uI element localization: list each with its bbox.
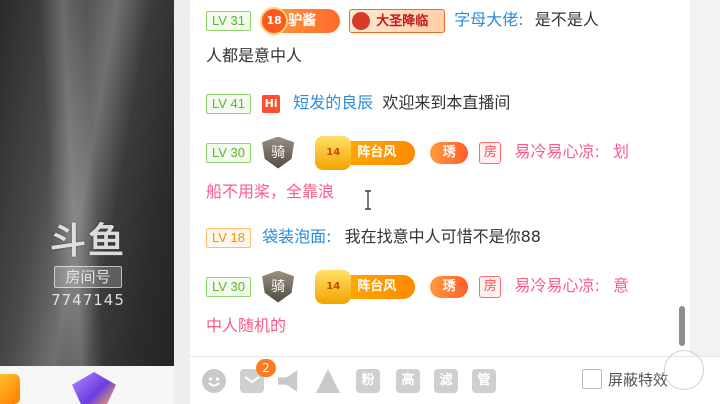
message-text: 划	[612, 142, 629, 161]
shield-effects-label: 屏蔽特效	[608, 371, 669, 389]
broadcast-button[interactable]	[278, 370, 298, 392]
noble-badge[interactable]: 18 驴酱	[260, 6, 341, 35]
knight-shield-icon[interactable]: 骑	[262, 270, 295, 303]
notification-count-badge: 2	[256, 359, 276, 377]
chat-message-continuation: 中人随机的	[206, 308, 676, 344]
shield-effects-checkbox[interactable]	[582, 369, 602, 389]
level-badge: LV 30	[206, 276, 252, 297]
douyu-logo: 斗鱼	[49, 221, 126, 262]
chat-scrollbar-track[interactable]	[676, 0, 690, 356]
right-gutter	[690, 0, 720, 404]
gift-crystal-icon[interactable]	[72, 372, 116, 404]
video-frame-detail	[38, 0, 108, 404]
noble-badge-label: 驴酱	[288, 12, 317, 29]
manage-button[interactable]: 管	[472, 369, 496, 393]
level-badge: LV 18	[206, 227, 252, 248]
fan-badge-label: 阵台风	[357, 278, 397, 294]
message-text: 我在找意中人可惜不是你88	[344, 227, 541, 246]
message-text: 是不是人	[534, 10, 599, 29]
message-text: 人都是意中人	[206, 46, 303, 65]
fan-level: 14	[315, 135, 352, 170]
chat-toolbar: 2 粉 高 滤 管 屏蔽特效	[190, 356, 720, 404]
username[interactable]: 易冷易心凉:	[514, 276, 599, 295]
chat-panel: LV 31 18 驴酱 大圣降临 字母大佬: 是不是人 人都是意中人 LV 41 …	[190, 0, 690, 356]
video-player[interactable]: 斗鱼 房间号 7747145	[0, 0, 174, 404]
douyu-watermark: 斗鱼 房间号 7747145	[38, 220, 138, 312]
fan-badge-label: 阵台风	[357, 144, 397, 160]
username[interactable]: 短发的良辰	[293, 93, 373, 112]
gift-icon[interactable]	[0, 374, 20, 404]
monkey-king-icon	[352, 11, 371, 30]
username[interactable]: 袋装泡面:	[262, 227, 331, 246]
fan-badge[interactable]: 14 阵台风	[315, 135, 416, 170]
message-text: 欢迎来到本直播间	[382, 93, 511, 112]
message-text: 中人随机的	[206, 316, 287, 335]
username[interactable]: 易冷易心凉:	[514, 142, 599, 161]
chat-message-continuation: 人都是意中人	[206, 38, 676, 74]
filter-button[interactable]: 滤	[434, 369, 458, 393]
knight-shield-icon[interactable]: 骑	[262, 136, 295, 169]
corner-logo-icon	[664, 350, 704, 390]
title-badge-label: 大圣降临	[376, 13, 429, 29]
room-admin-badge: 房	[479, 275, 502, 298]
noble-level: 18	[260, 6, 289, 35]
high-level-button[interactable]: 高	[396, 369, 420, 393]
text-cursor-icon	[365, 190, 371, 210]
username[interactable]: 字母大佬:	[454, 10, 523, 29]
gift-bar	[0, 366, 174, 404]
fan-level: 14	[315, 269, 352, 304]
title-badge[interactable]: 大圣降临	[349, 8, 446, 33]
fan-badge[interactable]: 14 阵台风	[315, 269, 416, 304]
chat-message-continuation: 船不用桨，全靠浪	[206, 174, 676, 210]
fans-button[interactable]: 粉	[356, 369, 380, 393]
room-label: 房间号	[54, 266, 122, 288]
emoji-icon	[208, 377, 220, 387]
emoji-button[interactable]	[202, 369, 226, 393]
text-style-button[interactable]	[316, 369, 340, 393]
message-text: 船不用桨，全靠浪	[206, 182, 335, 201]
level-badge: LV 30	[206, 142, 252, 163]
panel-divider	[174, 0, 190, 404]
room-admin-badge: 房	[479, 141, 502, 164]
hi-badge: Hi	[262, 94, 281, 113]
chat-message: LV 31 18 驴酱 大圣降临 字母大佬: 是不是人	[206, 2, 676, 38]
chat-message: LV 41 Hi 短发的良辰 欢迎来到本直播间	[206, 85, 676, 121]
room-number: 7747145	[51, 291, 125, 309]
level-badge: LV 41	[206, 93, 252, 114]
chat-message: LV 30 骑 14 阵台风 琇 房 易冷易心凉: 意	[206, 268, 676, 304]
chat-message: LV 18 袋装泡面: 我在找意中人可惜不是你88	[206, 219, 676, 255]
chat-scrollbar-thumb[interactable]	[679, 306, 685, 346]
level-badge: LV 31	[206, 10, 252, 31]
chat-message: LV 30 骑 14 阵台风 琇 房 易冷易心凉: 划	[206, 134, 676, 170]
xiu-badge[interactable]: 琇	[430, 141, 469, 164]
message-text: 意	[612, 276, 629, 295]
xiu-badge[interactable]: 琇	[430, 275, 469, 298]
